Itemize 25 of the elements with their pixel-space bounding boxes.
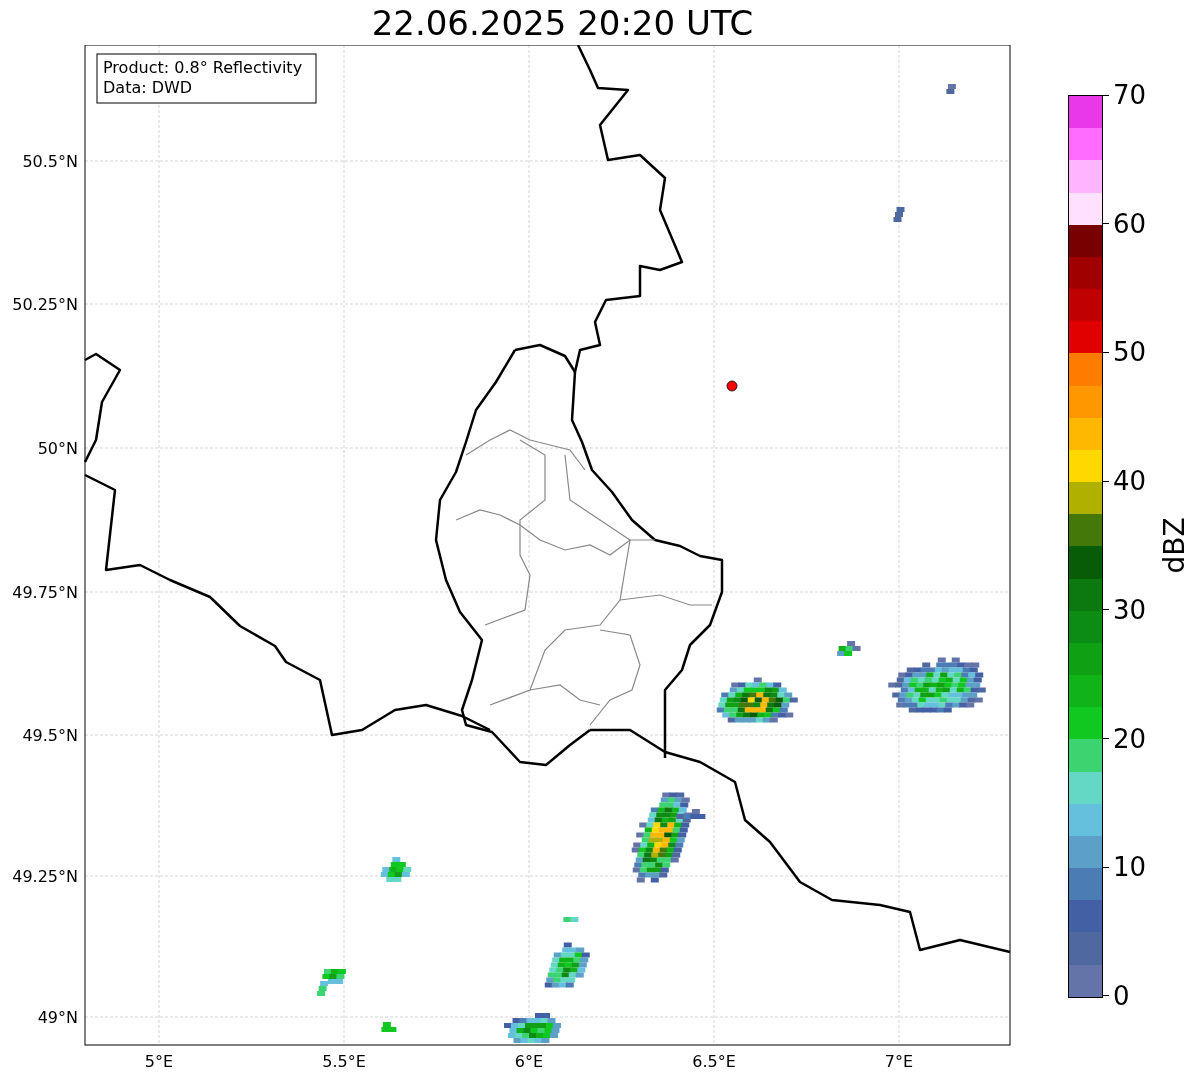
y-tick-label: 49.25°N (12, 867, 78, 886)
chart-title: 22.06.2025 20:20 UTC (371, 5, 754, 40)
colorbar-tick-label: 60 (1113, 208, 1147, 239)
y-tick-label: 49°N (37, 1008, 78, 1027)
info-text: Product: 0.8° Reflectivity (103, 58, 303, 77)
info-text: Data: DWD (103, 78, 193, 97)
colorbar-tick-label: 70 (1113, 80, 1147, 110)
y-tick-label: 49.5°N (22, 726, 78, 745)
colorbar-tick-label: 40 (1113, 466, 1147, 497)
radar-site-marker (726, 380, 738, 392)
colorbar-label: dBZ (1157, 517, 1191, 574)
colorbar-tick-label: 50 (1113, 337, 1147, 368)
y-tick-label: 50.25°N (12, 295, 78, 314)
x-tick-label: 7°E (884, 1052, 914, 1071)
colorbar-tick-label: 10 (1113, 852, 1147, 883)
y-tick-label: 50.5°N (22, 152, 78, 171)
x-tick-label: 6°E (514, 1052, 544, 1071)
colorbar-tick-label: 30 (1113, 594, 1147, 625)
colorbar-tick-label: 20 (1113, 723, 1147, 754)
colorbar-tick-label: 0 (1113, 980, 1130, 1011)
y-tick-label: 49.75°N (12, 583, 78, 602)
y-tick-label: 50°N (37, 439, 78, 458)
x-tick-label: 5.5°E (322, 1052, 366, 1071)
x-tick-label: 5°E (144, 1052, 174, 1071)
x-tick-label: 6.5°E (692, 1052, 736, 1071)
